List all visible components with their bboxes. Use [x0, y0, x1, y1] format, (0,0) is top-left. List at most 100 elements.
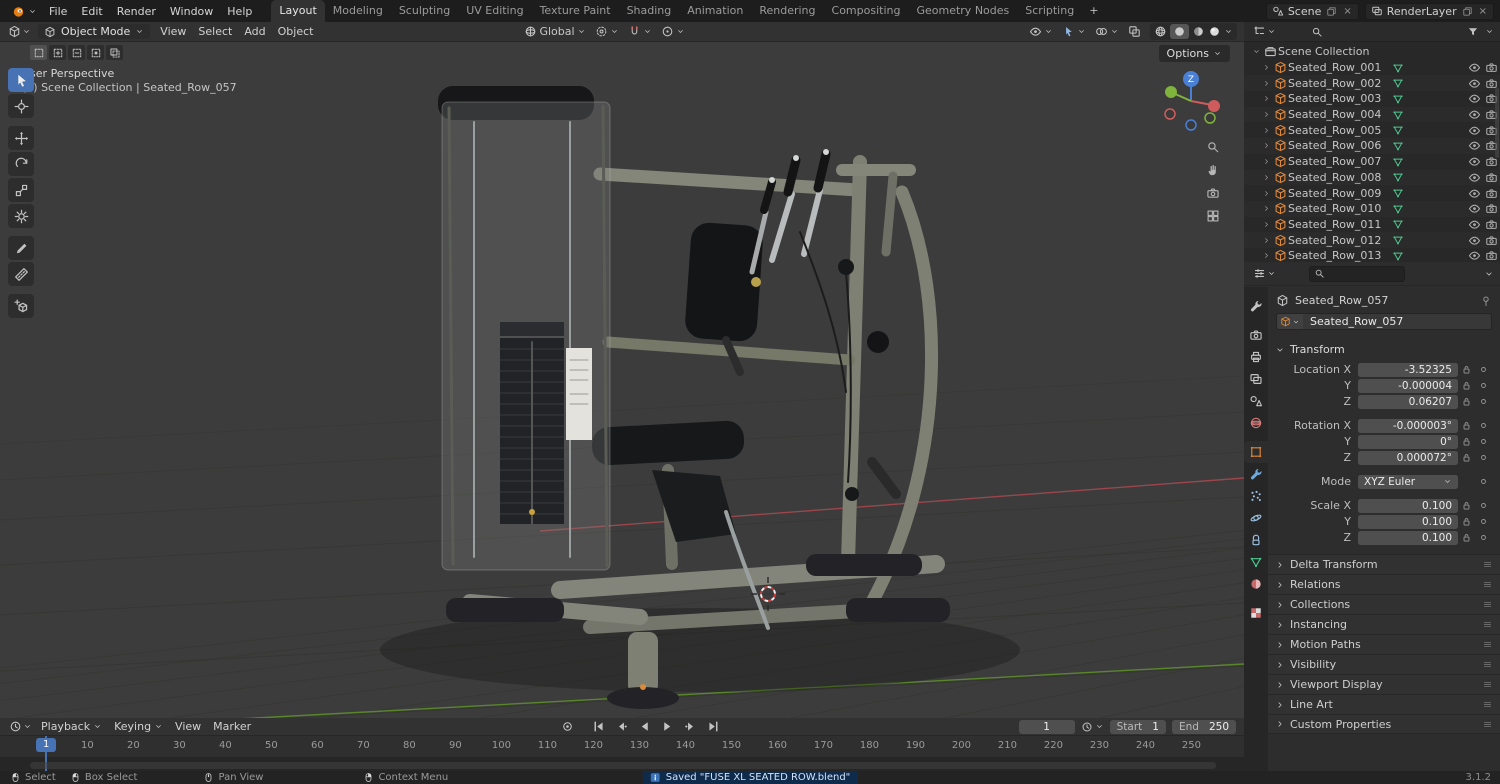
playhead-frame-badge[interactable]: 1	[36, 738, 57, 752]
hide-in-viewport-eye-icon[interactable]	[1466, 139, 1482, 152]
navigation-gizmo[interactable]: Z	[1158, 68, 1224, 134]
overlays-dropdown[interactable]	[1095, 25, 1119, 38]
tool-move-button[interactable]	[8, 126, 34, 150]
disclosure-triangle-icon[interactable]	[1260, 126, 1272, 135]
tool-scale-button[interactable]	[8, 178, 34, 202]
outliner-item[interactable]: Seated_Row_006	[1244, 138, 1500, 154]
mode-selector[interactable]: Object Mode	[38, 24, 151, 39]
auto-keying-button[interactable]	[557, 720, 577, 734]
timeline-scrollbar[interactable]	[30, 762, 1216, 769]
wireframe-shading-icon[interactable]	[1154, 25, 1167, 38]
disclosure-triangle-icon[interactable]	[1260, 220, 1272, 229]
disable-in-render-camera-icon[interactable]	[1483, 202, 1499, 215]
visibility-dropdown[interactable]	[1029, 25, 1053, 38]
viewport-menu-select[interactable]: Select	[192, 23, 238, 40]
play-button[interactable]	[657, 720, 677, 734]
properties-tab-tool[interactable]	[1244, 295, 1268, 317]
orthographic-grid-icon[interactable]	[1206, 209, 1220, 223]
workspace-tab-layout[interactable]: Layout	[271, 0, 325, 22]
lock-icon[interactable]	[1458, 420, 1475, 431]
disclosure-triangle-icon[interactable]	[1260, 204, 1272, 213]
tool-add-cube-button[interactable]	[8, 294, 34, 318]
pivot-point-dropdown[interactable]	[595, 25, 619, 38]
select-mode-extend[interactable]	[49, 45, 66, 60]
next-keyframe-button[interactable]	[680, 720, 700, 734]
properties-tab-material[interactable]	[1244, 573, 1268, 595]
outliner-item[interactable]: Seated_Row_013	[1244, 248, 1500, 262]
properties-tab-scene[interactable]	[1244, 390, 1268, 412]
browse-object-button[interactable]	[1277, 314, 1303, 329]
options-button[interactable]: Options	[1158, 45, 1230, 62]
filter-icon[interactable]	[1467, 26, 1479, 38]
disclosure-triangle-icon[interactable]	[1260, 141, 1272, 150]
properties-tab-modifiers[interactable]	[1244, 463, 1268, 485]
animate-decorator-icon[interactable]	[1475, 532, 1492, 543]
properties-tab-world[interactable]	[1244, 412, 1268, 434]
timeline-ruler[interactable]: 1102030405060708090100110120130140150160…	[0, 736, 1244, 757]
proportional-edit-dropdown[interactable]	[661, 25, 685, 38]
chevron-down-icon[interactable]	[1485, 27, 1494, 36]
disclosure-triangle-icon[interactable]	[1260, 251, 1272, 260]
tool-cursor-button[interactable]	[8, 94, 34, 118]
panel-section-instancing[interactable]: Instancing	[1268, 614, 1500, 634]
animate-decorator-icon[interactable]	[1475, 436, 1492, 447]
disable-in-render-camera-icon[interactable]	[1483, 249, 1499, 262]
workspace-tab-sculpting[interactable]: Sculpting	[391, 0, 458, 22]
menu-window[interactable]: Window	[163, 1, 220, 22]
outliner-scrollbar[interactable]	[1495, 88, 1499, 158]
menu-file[interactable]: File	[42, 1, 74, 22]
location-y-field[interactable]: -0.000004	[1358, 378, 1458, 393]
properties-tab-object[interactable]	[1244, 441, 1268, 463]
panel-section-visibility[interactable]: Visibility	[1268, 654, 1500, 674]
select-mode-invert[interactable]	[87, 45, 104, 60]
hide-in-viewport-eye-icon[interactable]	[1466, 187, 1482, 200]
previous-keyframe-button[interactable]	[611, 720, 631, 734]
rotation-mode-field[interactable]: XYZ Euler	[1358, 474, 1458, 489]
panel-section-delta-transform[interactable]: Delta Transform	[1268, 554, 1500, 574]
disable-in-render-camera-icon[interactable]	[1483, 234, 1499, 247]
workspace-tab-scripting[interactable]: Scripting	[1017, 0, 1082, 22]
transform-panel-header[interactable]: Transform	[1268, 338, 1500, 361]
gizmos-dropdown[interactable]	[1062, 25, 1086, 38]
timeline-menu-marker[interactable]: Marker	[207, 718, 257, 735]
editor-type-button[interactable]	[5, 25, 34, 38]
outliner-item[interactable]: Seated_Row_004	[1244, 106, 1500, 123]
animate-decorator-icon[interactable]	[1475, 396, 1492, 407]
timeline-menu-view[interactable]: View	[169, 718, 207, 735]
panel-section-motion-paths[interactable]: Motion Paths	[1268, 634, 1500, 654]
panel-section-relations[interactable]: Relations	[1268, 574, 1500, 594]
new-scene-icon[interactable]	[1325, 6, 1338, 17]
lock-icon[interactable]	[1458, 500, 1475, 511]
animate-decorator-icon[interactable]	[1475, 420, 1492, 431]
tool-transform-button[interactable]	[8, 204, 34, 228]
disclosure-triangle-icon[interactable]	[1260, 94, 1272, 103]
camera-view-icon[interactable]	[1206, 186, 1220, 200]
rotation-y-field[interactable]: 0°	[1358, 434, 1458, 449]
workspace-tab-geometry-nodes[interactable]: Geometry Nodes	[908, 0, 1017, 22]
menu-help[interactable]: Help	[220, 1, 259, 22]
animate-decorator-icon[interactable]	[1475, 500, 1492, 511]
outliner-item[interactable]: Seated_Row_007	[1244, 154, 1500, 170]
properties-tab-texture[interactable]	[1244, 602, 1268, 624]
hide-in-viewport-eye-icon[interactable]	[1466, 202, 1482, 215]
outliner-item[interactable]: Seated_Row_011	[1244, 217, 1500, 233]
select-mode-subtract[interactable]	[68, 45, 85, 60]
hide-in-viewport-eye-icon[interactable]	[1466, 249, 1482, 262]
disclosure-triangle-icon[interactable]	[1250, 47, 1262, 56]
pin-icon[interactable]	[1480, 295, 1492, 307]
unlink-scene-icon[interactable]: ×	[1342, 6, 1352, 17]
current-frame-field[interactable]: 1	[1018, 719, 1075, 734]
outliner-item[interactable]: Seated_Row_009	[1244, 185, 1500, 201]
outliner-item[interactable]: Seated_Row_005	[1244, 122, 1500, 138]
viewport-canvas[interactable]	[0, 42, 1244, 718]
lock-icon[interactable]	[1458, 516, 1475, 527]
outliner-item[interactable]: Seated_Row_008	[1244, 169, 1500, 186]
menu-render[interactable]: Render	[110, 1, 163, 22]
properties-tab-object-data[interactable]	[1244, 551, 1268, 573]
disable-in-render-camera-icon[interactable]	[1483, 218, 1499, 231]
add-workspace-button[interactable]: +	[1082, 0, 1105, 22]
hide-in-viewport-eye-icon[interactable]	[1466, 234, 1482, 247]
tool-rotate-button[interactable]	[8, 152, 34, 176]
new-view-layer-icon[interactable]	[1461, 6, 1474, 17]
properties-search-input[interactable]	[1309, 265, 1405, 282]
